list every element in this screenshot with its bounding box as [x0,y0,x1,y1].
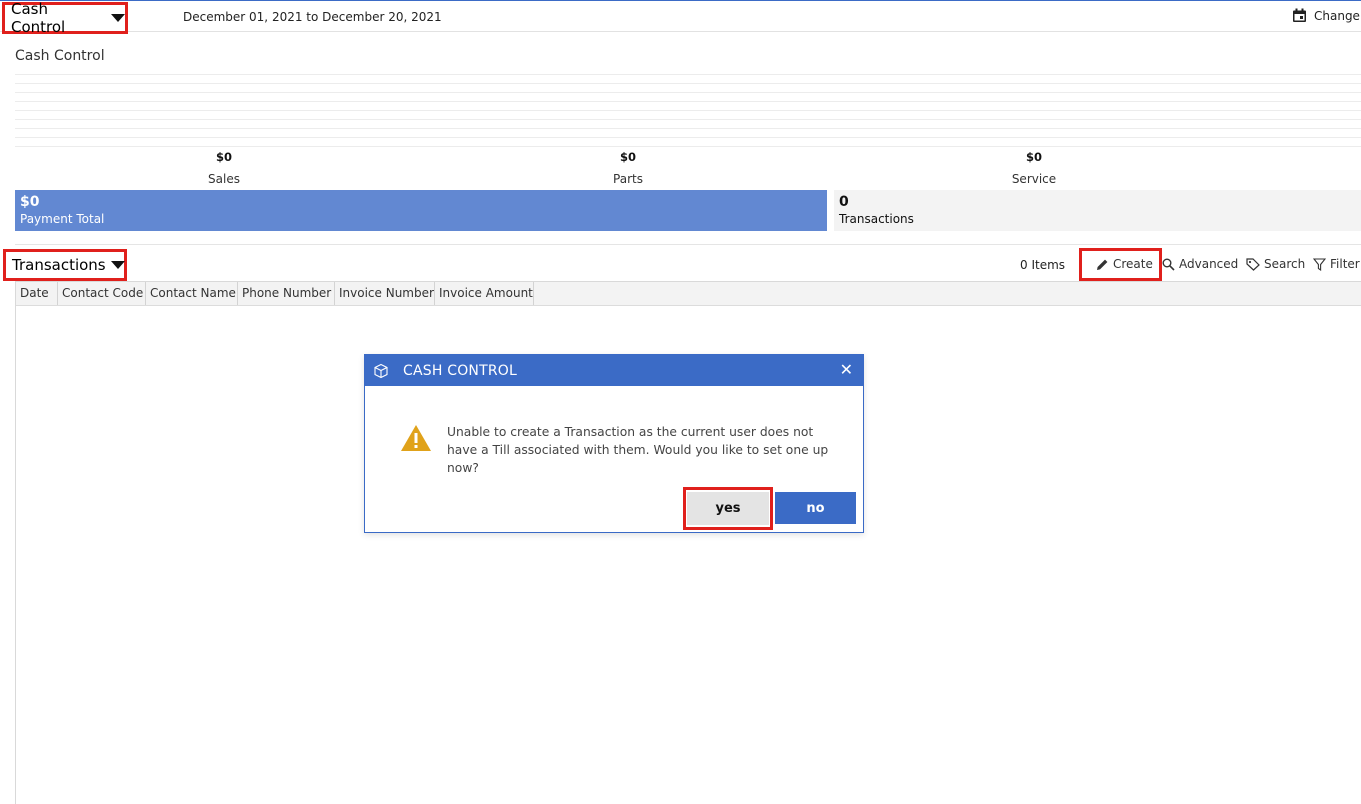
stat-sales: $0 Sales [124,150,324,186]
stat-parts: $0 Parts [528,150,728,186]
search-button[interactable]: Search [1246,257,1305,271]
stat-service: $0 Service [934,150,1134,186]
app-selector-label: Cash Control [11,0,66,36]
pencil-icon [1097,259,1108,270]
advanced-label: Advanced [1179,257,1239,271]
create-label: Create [1113,257,1153,271]
summary-title: Cash Control [15,48,105,64]
transactions-count-value: 0 [839,194,849,210]
transactions-count-card: 0 Transactions [834,190,1361,231]
transactions-view-label: Transactions [12,256,106,274]
payment-total-card: $0 Payment Total [15,190,827,231]
magnifier-icon [1162,258,1175,271]
warning-icon [401,425,431,451]
column-header-invoice-number[interactable]: Invoice Number [335,282,435,305]
payment-total-value: $0 [20,194,40,210]
yes-button[interactable]: yes [687,492,769,525]
dialog-title: CASH CONTROL [403,362,517,379]
change-date-button[interactable]: Change I [1292,8,1361,23]
search-label: Search [1264,257,1306,271]
items-count: 0 Items [1020,258,1066,272]
table-header-row: Date Contact Code Contact Name Phone Num… [16,282,1361,306]
caret-down-icon [111,14,125,22]
stat-sales-amount: $0 [215,150,232,164]
column-header-invoice-amount[interactable]: Invoice Amount [435,282,534,305]
column-header-phone-number[interactable]: Phone Number [238,282,335,305]
no-button[interactable]: no [775,492,856,524]
advanced-button[interactable]: Advanced [1162,257,1238,271]
close-icon[interactable]: ✕ [840,361,853,379]
dialog-message: Unable to create a Transaction as the cu… [447,425,829,475]
create-button[interactable]: Create [1096,257,1153,271]
stat-service-amount: $0 [1025,150,1042,164]
cube-icon [374,363,388,378]
filter-label: Filter [1330,257,1360,271]
calendar-icon [1293,8,1306,22]
section-divider [15,244,1361,245]
app-selector-dropdown[interactable]: Cash Control [2,0,128,36]
stat-sales-label: Sales [208,172,240,186]
chart-gridlines [15,74,1361,156]
payment-total-label: Payment Total [20,212,105,226]
column-header-contact-name[interactable]: Contact Name [146,282,238,305]
stat-parts-label: Parts [613,172,643,186]
cash-control-dialog: CASH CONTROL ✕ Unable to create a Transa… [364,354,864,533]
caret-down-icon [110,261,125,269]
stat-parts-amount: $0 [619,150,636,164]
change-date-label: Change I [1314,8,1361,23]
stat-service-label: Service [1011,172,1057,186]
filter-button[interactable]: Filter [1313,257,1360,271]
app-window: Cash Control December 01, 2021 to Decemb… [0,0,1361,804]
tag-icon [1246,257,1260,271]
transactions-count-label: Transactions [839,212,914,226]
transactions-view-dropdown[interactable]: Transactions [3,249,127,281]
column-header-contact-code[interactable]: Contact Code [58,282,146,305]
dialog-header: CASH CONTROL [365,355,863,386]
filter-icon [1313,257,1326,271]
date-range-text: December 01, 2021 to December 20, 2021 [183,10,442,24]
column-header-date[interactable]: Date [16,282,58,305]
top-bar: Cash Control December 01, 2021 to Decemb… [0,0,1361,36]
